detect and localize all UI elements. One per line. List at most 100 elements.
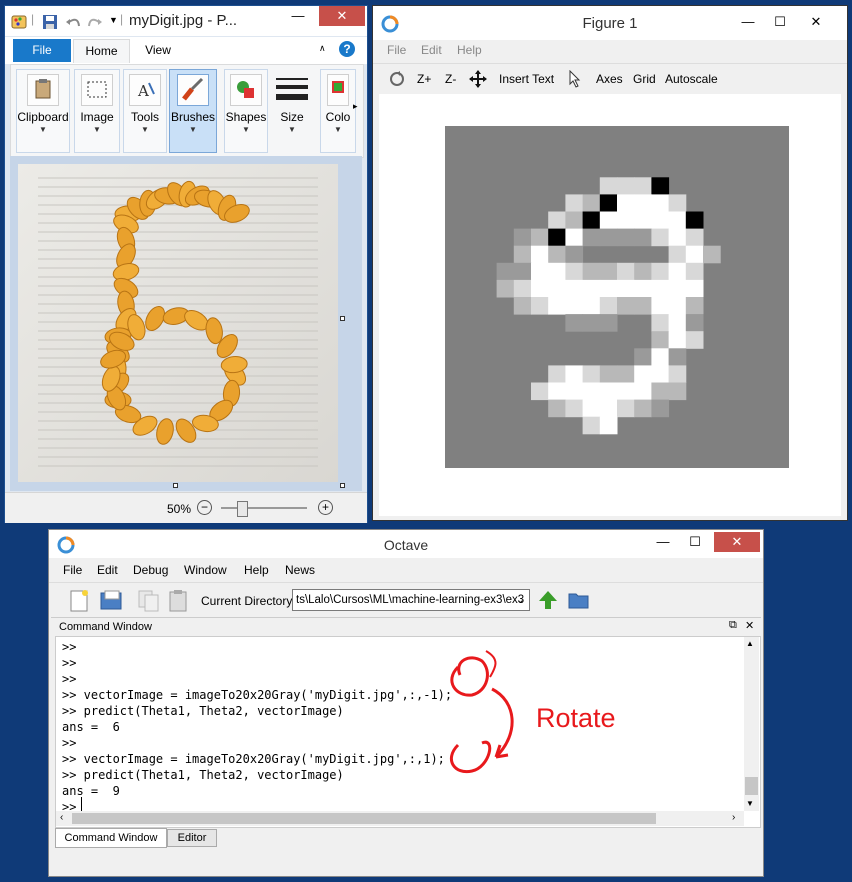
tab-home[interactable]: Home bbox=[73, 39, 130, 63]
chevron-down-icon: ▼ bbox=[93, 125, 101, 134]
menu-help[interactable]: Help bbox=[457, 43, 482, 57]
digit-pixel bbox=[651, 382, 670, 401]
brushes-group[interactable]: Brushes ▼ bbox=[169, 69, 217, 153]
copy-icon[interactable] bbox=[137, 589, 161, 613]
octave-title-bar[interactable]: Octave — ☐ ✕ bbox=[49, 530, 763, 558]
digit-pixel bbox=[582, 314, 601, 332]
browse-directories-icon[interactable] bbox=[567, 589, 591, 611]
close-panel-icon[interactable]: ✕ bbox=[745, 619, 754, 632]
command-window-header: Command Window ⧉ ✕ bbox=[51, 617, 761, 636]
command-window[interactable]: >> >> >> >> vectorImage = imageTo20x20Gray(… bbox=[55, 636, 761, 828]
digit-pixel bbox=[651, 365, 670, 383]
insert-text-button[interactable]: Insert Text bbox=[499, 72, 554, 86]
customize-toolbar-icon[interactable]: ▼ bbox=[109, 15, 118, 25]
zoom-in-icon[interactable]: + bbox=[318, 500, 333, 515]
text-tool-icon: A bbox=[129, 74, 161, 106]
undock-icon[interactable]: ⧉ bbox=[729, 619, 737, 632]
minimize-icon[interactable]: — bbox=[275, 6, 321, 26]
clipboard-group[interactable]: Clipboard ▼ bbox=[16, 69, 70, 153]
menu-file[interactable]: File bbox=[63, 563, 82, 577]
digit-pixel bbox=[599, 177, 618, 195]
menu-file[interactable]: File bbox=[387, 43, 406, 57]
close-icon[interactable]: ✕ bbox=[793, 12, 839, 32]
digit-pixel bbox=[634, 399, 652, 418]
digit-pixel bbox=[685, 279, 704, 298]
scroll-down-icon[interactable]: ▼ bbox=[746, 799, 754, 808]
paint-status-bar: 50% − + bbox=[5, 492, 367, 523]
zoom-out-button[interactable]: Z- bbox=[445, 72, 456, 86]
collapse-ribbon-icon[interactable]: ∧ bbox=[319, 43, 326, 54]
axes-button[interactable]: Axes bbox=[596, 72, 623, 86]
close-icon[interactable]: ✕ bbox=[319, 6, 365, 26]
rotate-icon[interactable] bbox=[389, 71, 405, 87]
undo-icon[interactable] bbox=[65, 14, 81, 30]
image-label: Image bbox=[80, 110, 114, 124]
tab-file[interactable]: File bbox=[13, 39, 71, 62]
resize-handle[interactable] bbox=[340, 316, 345, 321]
minimize-icon[interactable]: — bbox=[647, 532, 679, 552]
size-group[interactable]: Size ▼ bbox=[271, 69, 313, 153]
figure-canvas[interactable] bbox=[379, 94, 841, 516]
scrollbar-thumb[interactable] bbox=[745, 777, 758, 795]
rotate-annotation: Rotate bbox=[536, 703, 616, 733]
tab-command-window[interactable]: Command Window bbox=[55, 828, 167, 848]
digit-pixel bbox=[513, 262, 532, 281]
menu-debug[interactable]: Debug bbox=[133, 563, 168, 577]
resize-handle[interactable] bbox=[173, 483, 178, 488]
autoscale-button[interactable]: Autoscale bbox=[665, 72, 718, 86]
colors-group[interactable]: Colo ▼ bbox=[320, 69, 356, 153]
paint-canvas-area bbox=[10, 156, 362, 491]
digit-pixel bbox=[634, 177, 652, 195]
resize-handle[interactable] bbox=[340, 483, 345, 488]
digit-pixel bbox=[513, 279, 532, 298]
grid-button[interactable]: Grid bbox=[633, 72, 656, 86]
tab-editor[interactable]: Editor bbox=[167, 829, 217, 847]
menu-help[interactable]: Help bbox=[244, 563, 269, 577]
figure-title-bar[interactable]: Figure 1 — ☐ ✕ bbox=[373, 6, 847, 40]
digit-pixel bbox=[651, 262, 670, 281]
menu-edit[interactable]: Edit bbox=[421, 43, 442, 57]
zoom-slider-thumb[interactable] bbox=[237, 501, 248, 517]
scrollbar-thumb[interactable] bbox=[72, 813, 656, 824]
tab-view[interactable]: View bbox=[135, 39, 181, 62]
save-icon[interactable] bbox=[42, 14, 58, 30]
paint-title-bar[interactable]: | ▼ | myDigit.jpg - P... — ✕ bbox=[5, 6, 367, 36]
one-directory-up-icon[interactable] bbox=[537, 589, 559, 611]
pan-icon[interactable] bbox=[469, 70, 487, 88]
digit-pixel bbox=[668, 297, 687, 315]
menu-news[interactable]: News bbox=[285, 563, 315, 577]
photo-canvas[interactable] bbox=[18, 164, 338, 482]
redo-icon[interactable] bbox=[87, 14, 103, 30]
zoom-out-icon[interactable]: − bbox=[197, 500, 212, 515]
digit-pixel bbox=[651, 331, 670, 349]
help-icon[interactable]: ? bbox=[339, 41, 355, 57]
open-file-icon[interactable] bbox=[99, 589, 125, 613]
menu-window[interactable]: Window bbox=[184, 563, 227, 577]
scroll-right-icon[interactable]: › bbox=[732, 812, 735, 823]
scroll-up-icon[interactable]: ▲ bbox=[746, 639, 754, 648]
digit-pixel bbox=[548, 279, 566, 298]
current-directory-select[interactable]: ts\Lalo\Cursos\ML\machine-learning-ex3\e… bbox=[292, 589, 530, 611]
digit-pixel bbox=[634, 211, 652, 230]
tools-group[interactable]: A Tools ▼ bbox=[123, 69, 167, 153]
zoom-in-button[interactable]: Z+ bbox=[417, 72, 431, 86]
digit-pixel bbox=[513, 228, 532, 247]
brush-icon bbox=[177, 74, 209, 106]
vertical-scrollbar[interactable]: ▲ ▼ bbox=[744, 637, 759, 811]
image-group[interactable]: Image ▼ bbox=[74, 69, 120, 153]
scroll-left-icon[interactable]: ‹ bbox=[60, 812, 63, 823]
figure-toolbar: Z+ Z- Insert Text Axes Grid Autoscale bbox=[373, 63, 847, 94]
select-icon bbox=[81, 74, 113, 106]
maximize-icon[interactable]: ☐ bbox=[679, 532, 711, 552]
ribbon-scroll-right-icon[interactable]: ▸ bbox=[353, 101, 358, 112]
new-script-icon[interactable] bbox=[69, 589, 91, 613]
digit-pixel bbox=[634, 279, 652, 298]
shapes-group[interactable]: Shapes ▼ bbox=[224, 69, 268, 153]
close-icon[interactable]: ✕ bbox=[714, 532, 760, 552]
select-cursor-icon[interactable] bbox=[569, 70, 581, 88]
horizontal-scrollbar[interactable]: ‹ › bbox=[56, 811, 744, 826]
paste-icon[interactable] bbox=[167, 589, 191, 613]
menu-edit[interactable]: Edit bbox=[97, 563, 118, 577]
zoom-slider[interactable] bbox=[221, 507, 307, 509]
digit-pixel bbox=[668, 262, 687, 281]
